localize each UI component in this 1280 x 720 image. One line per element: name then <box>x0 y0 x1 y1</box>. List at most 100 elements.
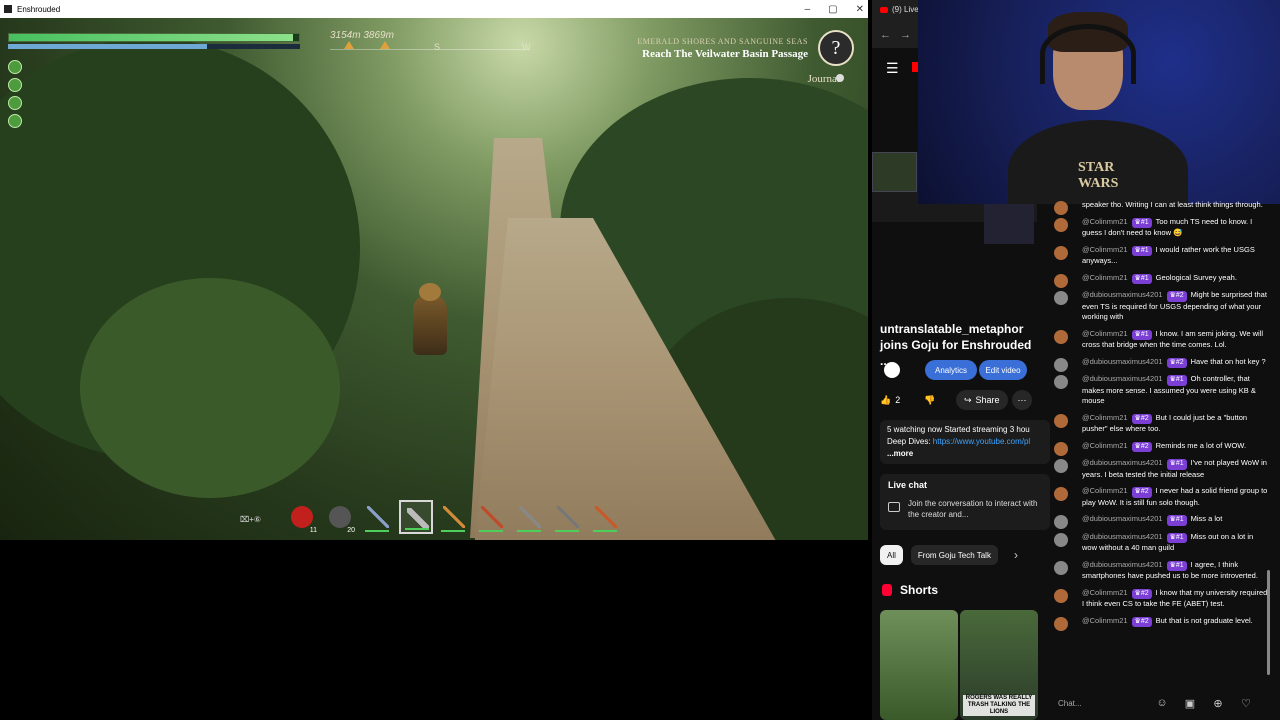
chat-message[interactable]: @Colinmm21 ♛#2 Reminds me a lot of WOW. <box>1044 441 1268 456</box>
chat-author[interactable]: @Colinmm21 <box>1082 413 1128 422</box>
chat-author[interactable]: @dubiousmaximus4201 <box>1082 357 1163 366</box>
chat-author[interactable]: @Colinmm21 <box>1082 273 1128 282</box>
chip-goju[interactable]: From Goju Tech Talk <box>910 545 998 565</box>
hotbar-slot-pick[interactable] <box>589 500 623 534</box>
player-thumbnail <box>984 204 1034 244</box>
maximize-icon[interactable]: ▢ <box>828 4 837 15</box>
chat-author[interactable]: @Colinmm21 <box>1082 217 1128 226</box>
like-button[interactable]: 👍 2 <box>880 390 900 410</box>
chevron-right-icon[interactable]: › <box>1014 548 1018 562</box>
chat-input[interactable]: Chat... <box>1058 693 1138 713</box>
close-icon[interactable]: ✕ <box>856 4 864 15</box>
chat-message[interactable]: @Colinmm21 ♛#2 I know that my university r… <box>1044 588 1268 610</box>
description-more[interactable]: ...more <box>887 448 1043 460</box>
back-icon[interactable]: ← <box>880 29 891 41</box>
emoji-icon[interactable]: ☺ <box>1156 697 1168 709</box>
chat-message[interactable]: @dubiousmaximus4201 ♛#2 Have that on hot k… <box>1044 357 1268 372</box>
chat-message[interactable]: @dubiousmaximus4201 ♛#1 Miss a lot <box>1044 514 1268 529</box>
chat-author[interactable]: @dubiousmaximus4201 <box>1082 290 1163 299</box>
hotbar-slot-staff[interactable] <box>361 500 395 534</box>
chat-message[interactable]: @dubiousmaximus4201 ♛#2 Might be surprised… <box>1044 290 1268 323</box>
chat-author[interactable]: @dubiousmaximus4201 <box>1082 374 1163 383</box>
chat-avatar[interactable] <box>1054 245 1068 260</box>
hotbar-slot-tool[interactable] <box>513 500 547 534</box>
player-thumbnail <box>872 152 917 192</box>
chat-author[interactable]: @dubiousmaximus4201 <box>1082 560 1163 569</box>
chat-message[interactable]: @dubiousmaximus4201 ♛#1 Miss out on a lot … <box>1044 532 1268 554</box>
share-button[interactable]: ↪ Share <box>956 390 1008 410</box>
chat-author[interactable]: @Colinmm21 <box>1082 441 1128 450</box>
minimize-icon[interactable]: – <box>805 4 811 15</box>
chat-message[interactable]: @Colinmm21 ♛#1 I know. I am semi joking. W… <box>1044 329 1268 351</box>
chat-message[interactable]: @Colinmm21 ♛#1 Too much TS need to know. I… <box>1044 217 1268 239</box>
hotbar-slot-spear[interactable] <box>475 500 509 534</box>
chat-author[interactable]: @dubiousmaximus4201 <box>1082 532 1163 541</box>
hotbar-slot-sword[interactable] <box>551 500 585 534</box>
chat-author[interactable]: @Colinmm21 <box>1082 329 1128 338</box>
hotbar-slot-bomb[interactable]: 20 <box>323 500 357 534</box>
game-titlebar[interactable]: Enshrouded – ▢ ✕ <box>0 0 868 18</box>
chat-author[interactable]: @dubiousmaximus4201 <box>1082 514 1163 523</box>
chat-avatar[interactable] <box>1054 532 1068 547</box>
chat-message[interactable]: @dubiousmaximus4201 ♛#1 Oh controller, tha… <box>1044 374 1268 407</box>
chat-message[interactable]: @Colinmm21 ♛#1 I would rather work the USG… <box>1044 245 1268 267</box>
chat-author[interactable]: @Colinmm21 <box>1082 245 1128 254</box>
chat-avatar[interactable] <box>1054 459 1068 473</box>
sticker-icon[interactable]: ▣ <box>1184 697 1196 710</box>
shorts-icon <box>882 584 892 596</box>
analytics-button[interactable]: Analytics <box>925 360 977 380</box>
hamburger-menu-icon[interactable]: ☰ <box>886 60 899 77</box>
chat-rank-badge: ♛#1 <box>1166 459 1187 470</box>
forward-icon[interactable]: → <box>900 29 911 41</box>
chat-author[interactable]: @Colinmm21 <box>1082 486 1128 495</box>
chat-rank-badge: ♛#1 <box>1166 375 1187 386</box>
game-scene[interactable]: 3154m 3869m S W EMERALD SHORES AND SANGU… <box>0 18 868 540</box>
chat-scrollbar[interactable] <box>1267 570 1270 675</box>
hotbar-slot-wand[interactable] <box>437 500 471 534</box>
chat-avatar[interactable] <box>1054 616 1068 631</box>
chat-avatar[interactable] <box>1054 273 1068 288</box>
livechat-box[interactable]: Live chat Join the conversation to inter… <box>880 474 1050 530</box>
channel-avatar[interactable] <box>884 362 900 378</box>
chat-avatar[interactable] <box>1054 217 1068 232</box>
chat-avatar[interactable] <box>1054 515 1068 529</box>
chat-author[interactable]: @Colinmm21 <box>1082 616 1128 625</box>
heart-icon[interactable]: ♡ <box>1240 697 1252 710</box>
hotbar-slot-potion[interactable]: 11 <box>285 500 319 534</box>
short-thumbnail[interactable] <box>880 610 958 720</box>
chip-all[interactable]: All <box>880 545 903 565</box>
dislike-button[interactable]: 👎 <box>924 390 935 410</box>
chat-avatar[interactable] <box>1054 588 1068 603</box>
chat-message[interactable]: @Colinmm21 ♛#1 Geological Survey yeah. <box>1044 273 1268 288</box>
short-caption: ROGERS WAS REALLY TRASH TALKING THE LION… <box>963 695 1035 716</box>
game-window[interactable]: Enshrouded – ▢ ✕ 3154m 3869m S W EMERALD… <box>0 0 868 540</box>
chat-avatar[interactable] <box>1054 357 1068 372</box>
chat-avatar[interactable] <box>1054 329 1068 344</box>
chat-avatar[interactable] <box>1054 413 1068 428</box>
chat-message[interactable]: @Colinmm21 ♛#2 But I could just be a "butt… <box>1044 413 1268 435</box>
chat-avatar[interactable] <box>1054 560 1068 575</box>
chat-message[interactable]: @Colinmm21 ♛#2 I never had a solid friend … <box>1044 486 1268 508</box>
short-thumbnail[interactable]: ROGERS WAS REALLY TRASH TALKING THE LION… <box>960 610 1038 720</box>
description-link[interactable]: https://www.youtube.com/pl <box>933 437 1030 446</box>
chat-message[interactable]: @Colinmm21 ♛#2 But that is not graduate le… <box>1044 616 1268 631</box>
more-actions-button[interactable]: ⋯ <box>1012 390 1032 410</box>
chat-list[interactable]: speaker tho. Writing I can at least thin… <box>1044 200 1268 684</box>
chat-avatar[interactable] <box>1054 487 1068 501</box>
journal-icon[interactable] <box>836 74 844 82</box>
add-icon[interactable]: ⊕ <box>1212 697 1224 710</box>
chat-message[interactable]: @dubiousmaximus4201 ♛#1 I've not played Wo… <box>1044 458 1268 480</box>
chat-avatar[interactable] <box>1054 201 1068 215</box>
chat-rank-badge: ♛#1 <box>1131 273 1152 284</box>
chat-avatar[interactable] <box>1054 375 1068 389</box>
chat-author[interactable]: @Colinmm21 <box>1082 588 1128 597</box>
hotbar-slot-selected[interactable] <box>399 500 434 534</box>
chat-avatar[interactable] <box>1054 291 1068 305</box>
edit-video-button[interactable]: Edit video <box>979 360 1027 380</box>
browser-tab[interactable]: (9) Live <box>880 5 919 14</box>
chat-message[interactable]: @dubiousmaximus4201 ♛#1 I agree, I think s… <box>1044 560 1268 582</box>
chat-message[interactable]: speaker tho. Writing I can at least thin… <box>1044 200 1268 215</box>
chat-author[interactable]: @dubiousmaximus4201 <box>1082 458 1163 467</box>
description-box[interactable]: 5 watching now Started streaming 3 hou D… <box>880 420 1050 464</box>
chat-avatar[interactable] <box>1054 441 1068 456</box>
